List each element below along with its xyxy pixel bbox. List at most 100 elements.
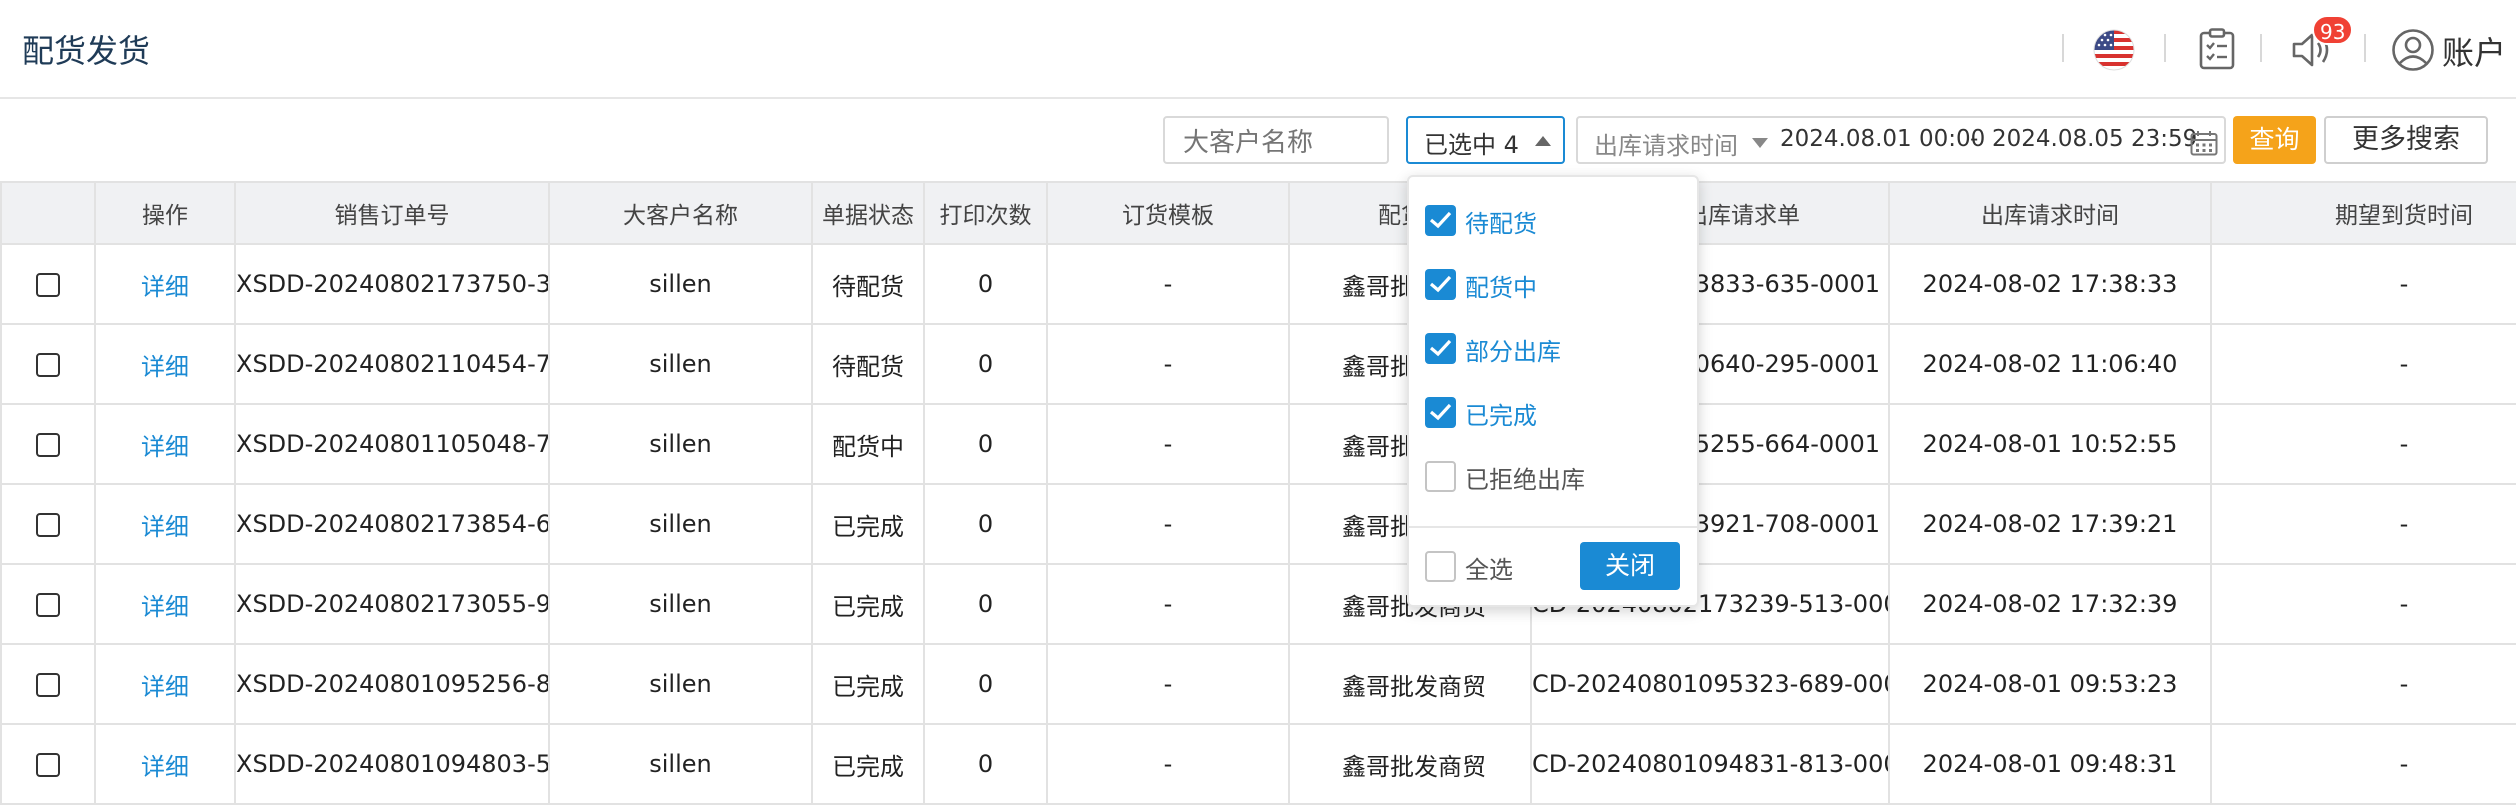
row-select-cell [0, 563, 96, 645]
select-all-checkbox[interactable] [1425, 551, 1456, 582]
status-option-allocating[interactable]: 配货中 [1425, 267, 1685, 303]
table-row: 详细 XSDD-20240801105048-725 sillen 配货中 0- 鑫哥批 0… [0, 403, 2516, 485]
account-menu[interactable]: 账户 [2442, 28, 2506, 74]
date-separator: - [1970, 126, 1979, 152]
column-header[interactable]: 单据状态 [811, 181, 925, 245]
status-option-rejected[interactable]: 已拒绝出库 [1425, 459, 1685, 495]
row-select-cell [0, 643, 96, 725]
order-template: - [1046, 483, 1290, 565]
request-time: 2024-08-01 09:48:31 [1888, 723, 2212, 805]
expected-arrival: - [2210, 723, 2516, 805]
warehouse-name: 鑫哥批发商贸 [1288, 723, 1532, 805]
row-checkbox[interactable] [36, 593, 60, 617]
order-status: 待配货 [811, 243, 925, 325]
orders-table: 操作 销售订单号 大客户名称 单据状态 打印次数 订货模板 配货 出库请求单 出… [0, 181, 2516, 812]
query-button[interactable]: 查询 [2233, 116, 2316, 164]
user-circle-icon[interactable] [2391, 28, 2435, 72]
detail-link[interactable]: 详细 [94, 723, 236, 805]
print-count: 0 [923, 643, 1048, 725]
row-checkbox[interactable] [36, 513, 60, 537]
detail-link[interactable]: 详细 [94, 323, 236, 405]
detail-link[interactable]: 详细 [94, 403, 236, 485]
checkbox-checked-icon[interactable] [1425, 333, 1456, 364]
status-option-completed[interactable]: 已完成 [1425, 395, 1685, 431]
column-header[interactable]: 打印次数 [923, 181, 1048, 245]
print-count: 0 [923, 243, 1048, 325]
customer-name: sillen [548, 243, 813, 325]
status-option-label: 配货中 [1465, 274, 1537, 302]
row-select-cell [0, 403, 96, 485]
order-number: XSDD-20240801105048-725 [234, 403, 550, 485]
customer-name: sillen [548, 403, 813, 485]
row-checkbox[interactable] [36, 273, 60, 297]
customer-name: sillen [548, 563, 813, 645]
status-filter-dropdown: 待配货 配货中 部分出库 已完成 已拒绝出库 全选 关闭 [1407, 175, 1699, 607]
us-flag-icon[interactable] [2093, 29, 2135, 71]
checkbox-unchecked-icon[interactable] [1425, 461, 1456, 492]
top-header: 配货发货 93 账户 [0, 0, 2516, 99]
dropdown-divider [1409, 526, 1697, 528]
close-dropdown-button[interactable]: 关闭 [1580, 542, 1680, 590]
request-time: 2024-08-01 10:52:55 [1888, 403, 2212, 485]
print-count: 0 [923, 723, 1048, 805]
expected-arrival: - [2210, 243, 2516, 325]
order-number: XSDD-20240802173055-928 [234, 563, 550, 645]
caret-down-icon [1752, 138, 1768, 148]
table-row: 详细XSDD-20240802173055-928sillen已完成0-鑫哥批发… [0, 563, 2516, 645]
checkbox-checked-icon[interactable] [1425, 205, 1456, 236]
row-checkbox[interactable] [36, 353, 60, 377]
request-number: CD-20240801094831-813-0001 [1530, 723, 1890, 805]
column-header[interactable]: 大客户名称 [548, 181, 813, 245]
status-option-partial-out[interactable]: 部分出库 [1425, 331, 1685, 367]
column-header[interactable]: 期望到货时间 [2210, 181, 2516, 245]
expected-arrival: - [2210, 563, 2516, 645]
request-time: 2024-08-02 17:32:39 [1888, 563, 2212, 645]
order-number: XSDD-20240802173750-367 [234, 243, 550, 325]
date-end[interactable]: 2024.08.05 23:59 [1992, 126, 2197, 152]
status-option-label: 已完成 [1465, 402, 1537, 430]
customer-name: sillen [548, 323, 813, 405]
detail-link[interactable]: 详细 [94, 243, 236, 325]
expected-arrival: - [2210, 403, 2516, 485]
print-count: 0 [923, 403, 1048, 485]
detail-link[interactable]: 详细 [94, 643, 236, 725]
column-header[interactable]: 出库请求时间 [1888, 181, 2212, 245]
checkbox-checked-icon[interactable] [1425, 397, 1456, 428]
expected-arrival: - [2210, 483, 2516, 565]
detail-link[interactable]: 详细 [94, 563, 236, 645]
row-select-cell [0, 723, 96, 805]
page-title: 配货发货 [22, 32, 151, 70]
customer-name-input[interactable] [1163, 116, 1389, 164]
row-select-cell [0, 323, 96, 405]
order-number: XSDD-20240802173854-678 [234, 483, 550, 565]
order-template: - [1046, 723, 1290, 805]
status-option-label: 部分出库 [1465, 338, 1561, 366]
calendar-icon[interactable] [2190, 130, 2218, 156]
header-divider [2364, 34, 2366, 62]
order-number: XSDD-20240802110454-707 [234, 323, 550, 405]
date-type-select[interactable]: 出库请求时间 [1594, 126, 1738, 161]
checkbox-checked-icon[interactable] [1425, 269, 1456, 300]
date-range-picker[interactable]: 出库请求时间 2024.08.01 00:00 - 2024.08.05 23:… [1576, 116, 2226, 164]
table-row: 详细 XSDD-20240801095256-874 sillen 已完成 0- 鑫哥批发… [0, 643, 2516, 725]
column-header[interactable]: 销售订单号 [234, 181, 550, 245]
request-time: 2024-08-02 17:38:33 [1888, 243, 2212, 325]
table-row: 详细 XSDD-20240801094803-520 sillen 已完成 0- 鑫哥批发… [0, 723, 2516, 805]
status-option-label: 待配货 [1465, 210, 1537, 238]
column-header-select [0, 181, 96, 245]
select-all-label[interactable]: 全选 [1465, 550, 1513, 585]
status-option-pending[interactable]: 待配货 [1425, 203, 1685, 239]
row-checkbox[interactable] [36, 753, 60, 777]
clipboard-checklist-icon[interactable] [2198, 28, 2236, 70]
print-count: 0 [923, 563, 1048, 645]
detail-link[interactable]: 详细 [94, 483, 236, 565]
column-header: 操作 [94, 181, 236, 245]
warehouse-name: 鑫哥批发商贸 [1288, 643, 1532, 725]
column-header[interactable]: 订货模板 [1046, 181, 1290, 245]
status-filter-select[interactable]: 已选中 4 [1406, 116, 1565, 164]
date-start[interactable]: 2024.08.01 00:00 [1780, 126, 1985, 152]
more-search-button[interactable]: 更多搜索 [2324, 116, 2488, 164]
row-checkbox[interactable] [36, 673, 60, 697]
row-checkbox[interactable] [36, 433, 60, 457]
order-template: - [1046, 323, 1290, 405]
